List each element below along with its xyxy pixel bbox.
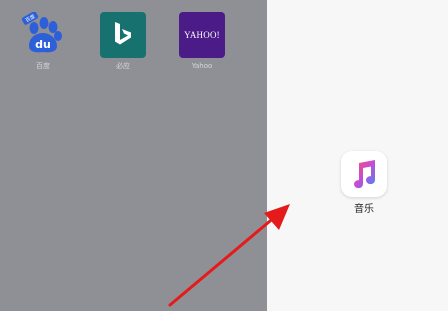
- favorite-yahoo[interactable]: YAHOO! Yahoo: [172, 12, 232, 71]
- yahoo-logo-icon: YAHOO!: [184, 30, 220, 40]
- baidu-tile: du 百度: [20, 12, 66, 58]
- browser-favorites-pane: du 百度 百度 必应 YAHOO! Yahoo: [0, 0, 267, 311]
- yahoo-tile: YAHOO!: [179, 12, 225, 58]
- favorite-label: 百度: [36, 62, 50, 70]
- favorite-bing[interactable]: 必应: [93, 12, 153, 71]
- favorite-label: Yahoo: [191, 62, 213, 70]
- apple-music-icon: [354, 160, 376, 189]
- bing-logo-icon: [115, 22, 131, 45]
- bing-tile: [100, 12, 146, 58]
- app-music[interactable]: 音乐: [338, 151, 390, 216]
- baidu-paw-icon: du 百度: [21, 12, 62, 53]
- baidu-logo-text: du: [35, 38, 51, 51]
- favorite-baidu[interactable]: du 百度 百度: [13, 12, 73, 71]
- music-tile: [341, 151, 387, 197]
- app-label: 音乐: [354, 204, 374, 215]
- favorite-label: 必应: [116, 62, 130, 70]
